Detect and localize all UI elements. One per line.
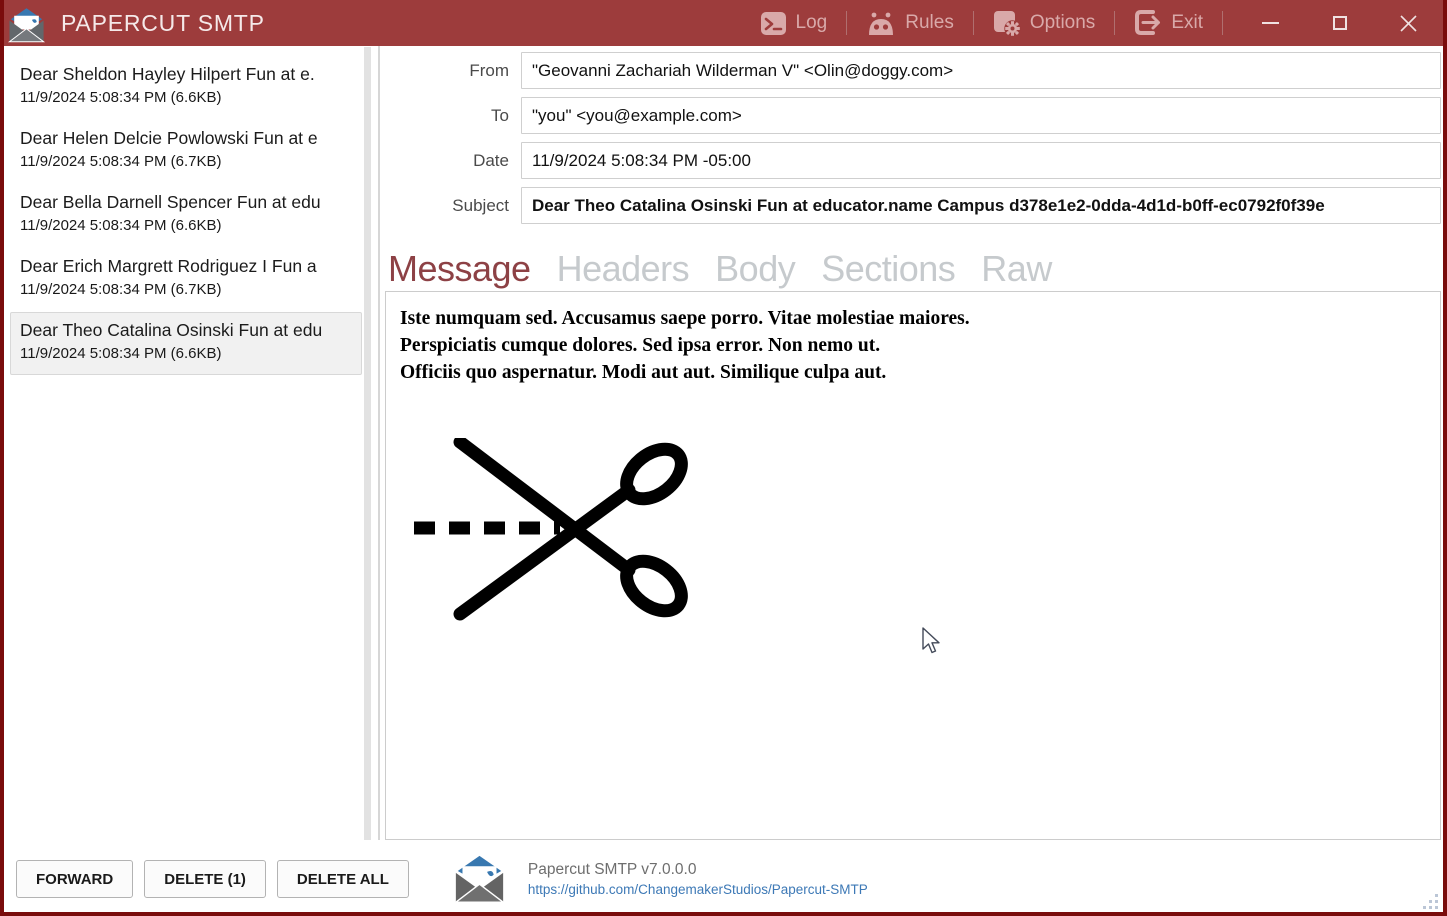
window-border-bottom — [0, 912, 1447, 916]
message-text-line: Officiis quo aspernatur. Modi aut aut. S… — [400, 362, 887, 383]
to-field[interactable] — [521, 97, 1441, 134]
delete-button[interactable]: DELETE (1) — [144, 860, 266, 898]
toolbar-separator — [972, 11, 974, 35]
toolbar-separator — [1114, 11, 1116, 35]
options-gear-icon — [993, 11, 1021, 37]
email-list-item-selected[interactable]: Dear Theo Catalina Osinski Fun at edu 11… — [10, 312, 362, 375]
options-button[interactable]: Options — [987, 9, 1101, 37]
rules-robot-icon — [869, 12, 894, 35]
bottom-bar: FORWARD DELETE (1) DELETE ALL Papercut S… — [4, 846, 1443, 912]
delete-all-button[interactable]: DELETE ALL — [276, 860, 409, 898]
log-button-label: Log — [795, 12, 828, 33]
tab-headers[interactable]: Headers — [557, 247, 690, 290]
exit-button[interactable]: Exit — [1128, 9, 1209, 37]
tab-message[interactable]: Message — [388, 247, 531, 290]
from-label: From — [469, 60, 509, 80]
email-list-item[interactable]: Dear Helen Delcie Powlowski Fun at e 11/… — [10, 120, 362, 183]
papercut-footer-logo-icon — [453, 855, 506, 903]
rules-button-label: Rules — [905, 12, 954, 33]
maximize-button[interactable] — [1305, 0, 1374, 46]
tab-sections[interactable]: Sections — [821, 247, 956, 290]
scissors-cut-image — [414, 435, 688, 621]
app-window: PAPERCUT SMTP Log Rules Options Exit Dea… — [0, 0, 1447, 916]
maximize-icon — [1332, 16, 1347, 30]
close-icon — [1400, 14, 1417, 32]
date-label: Date — [473, 150, 509, 170]
mouse-cursor — [922, 627, 940, 654]
rules-button[interactable]: Rules — [860, 10, 960, 37]
email-meta: 11/9/2024 5:08:34 PM (6.7KB) — [20, 153, 222, 170]
exit-icon — [1135, 10, 1161, 35]
toolbar-separator — [846, 11, 848, 35]
message-text-line: Iste numquam sed. Accusamus saepe porro.… — [400, 308, 970, 329]
email-meta: 11/9/2024 5:08:34 PM (6.6KB) — [20, 89, 222, 106]
forward-button[interactable]: FORWARD — [16, 860, 134, 898]
subject-label: Subject — [452, 195, 509, 215]
log-button[interactable]: Log — [754, 10, 834, 37]
title-bar[interactable]: PAPERCUT SMTP Log Rules Options Exit — [0, 0, 1447, 46]
subject-field[interactable] — [521, 187, 1441, 224]
toolbar-separator — [1222, 11, 1223, 35]
email-list-item[interactable]: Dear Bella Darnell Spencer Fun at edu 11… — [10, 184, 362, 247]
log-terminal-icon — [760, 11, 786, 35]
email-meta: 11/9/2024 5:08:34 PM (6.7KB) — [20, 281, 222, 298]
email-subject: Dear Theo Catalina Osinski Fun at edu — [20, 320, 323, 340]
message-body-panel: Iste numquam sed. Accusamus saepe porro.… — [385, 291, 1441, 840]
window-border-left — [0, 0, 4, 916]
minimize-button[interactable] — [1236, 0, 1305, 46]
papercut-logo-icon — [7, 7, 46, 42]
github-link[interactable]: https://github.com/ChangemakerStudios/Pa… — [528, 882, 868, 897]
app-title: PAPERCUT SMTP — [61, 9, 265, 36]
app-version: Papercut SMTP v7.0.0.0 — [527, 861, 697, 878]
email-subject: Dear Bella Darnell Spencer Fun at edu — [20, 192, 321, 212]
options-button-label: Options — [1029, 12, 1096, 33]
minimize-icon — [1262, 22, 1279, 24]
email-list: Dear Sheldon Hayley Hilpert Fun at e. 11… — [4, 47, 362, 840]
date-field[interactable] — [521, 142, 1441, 179]
email-meta: 11/9/2024 5:08:34 PM (6.6KB) — [20, 345, 222, 362]
email-meta: 11/9/2024 5:08:34 PM (6.6KB) — [20, 217, 222, 234]
to-label: To — [491, 105, 509, 125]
window-border-right — [1443, 0, 1447, 916]
tab-body[interactable]: Body — [715, 247, 796, 290]
email-subject: Dear Erich Margrett Rodriguez I Fun a — [20, 256, 317, 276]
view-tabs: Message Headers Body Sections Raw — [388, 236, 1443, 290]
exit-button-label: Exit — [1171, 12, 1203, 33]
email-list-item[interactable]: Dear Erich Margrett Rodriguez I Fun a 11… — [10, 248, 362, 311]
from-field[interactable] — [521, 52, 1441, 89]
message-detail-pane: From To Date Subject Message Headers Bod… — [380, 46, 1443, 840]
close-button[interactable] — [1374, 0, 1443, 46]
message-text-line: Perspiciatis cumque dolores. Sed ipsa er… — [400, 335, 881, 356]
email-subject: Dear Helen Delcie Powlowski Fun at e — [20, 128, 318, 148]
footer-brand: Papercut SMTP v7.0.0.0 https://github.co… — [451, 853, 868, 905]
email-subject: Dear Sheldon Hayley Hilpert Fun at e. — [20, 64, 315, 84]
email-list-scrollbar[interactable] — [364, 47, 371, 840]
tab-raw[interactable]: Raw — [981, 247, 1052, 290]
email-list-item[interactable]: Dear Sheldon Hayley Hilpert Fun at e. 11… — [10, 56, 362, 119]
resize-grip[interactable] — [1421, 894, 1441, 912]
